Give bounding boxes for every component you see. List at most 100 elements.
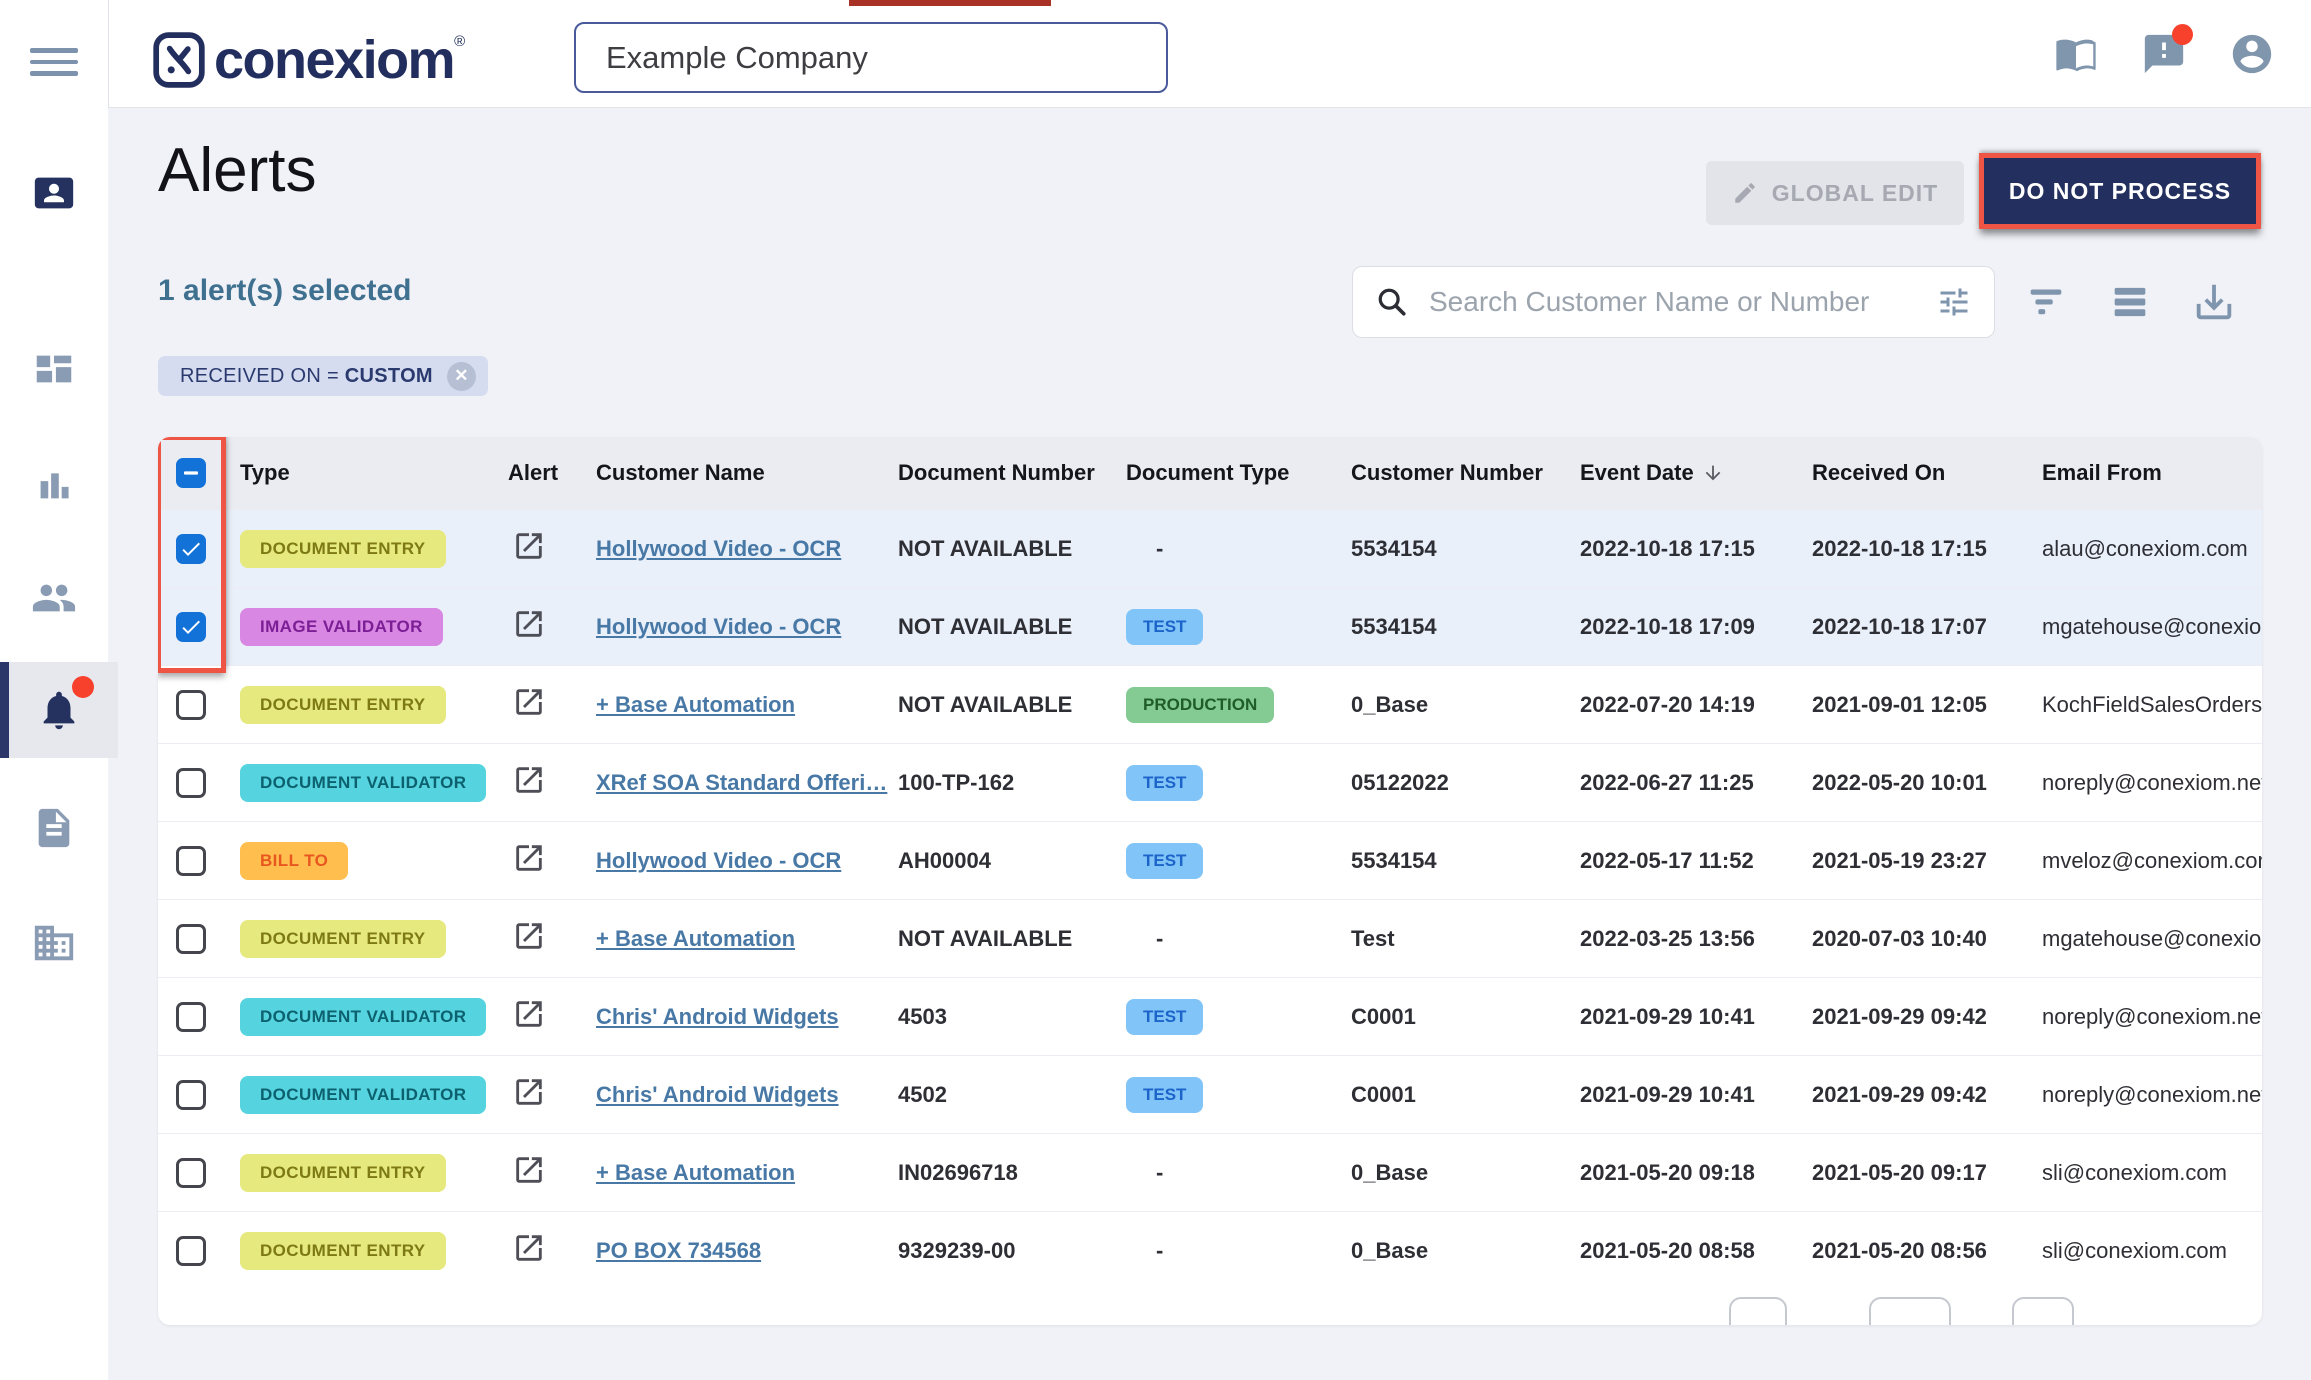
customer-name-link[interactable]: Hollywood Video - OCR bbox=[596, 848, 841, 873]
email-from-cell: sli@conexiom.com bbox=[2016, 1160, 2262, 1186]
column-header-email-from[interactable]: Email From bbox=[2016, 460, 2262, 486]
select-all-checkbox[interactable] bbox=[176, 458, 206, 488]
row-checkbox[interactable] bbox=[176, 1158, 206, 1188]
sidebar-item-alerts[interactable] bbox=[0, 662, 118, 758]
customer-name-link[interactable]: Hollywood Video - OCR bbox=[596, 536, 841, 561]
table-row[interactable]: DOCUMENT ENTRY + Base Automation NOT AVA… bbox=[158, 899, 2262, 977]
search-input[interactable] bbox=[1429, 286, 1936, 318]
customer-name-link[interactable]: Chris' Android Widgets bbox=[596, 1004, 839, 1029]
pagination-stub-2[interactable] bbox=[1869, 1297, 1951, 1325]
row-checkbox[interactable] bbox=[176, 846, 206, 876]
filter-chip-received-on[interactable]: RECEIVED ON = CUSTOM ✕ bbox=[158, 356, 488, 396]
received-on-cell: 2022-05-20 10:01 bbox=[1796, 770, 2016, 796]
open-alert-icon[interactable] bbox=[512, 997, 546, 1031]
sidebar-item-users[interactable] bbox=[0, 554, 108, 642]
company-selector-input[interactable] bbox=[606, 40, 1136, 76]
open-alert-icon[interactable] bbox=[512, 607, 546, 641]
topbar: conexiom® bbox=[108, 0, 2311, 108]
open-alert-icon[interactable] bbox=[512, 1231, 546, 1265]
customer-name-link[interactable]: PO BOX 734568 bbox=[596, 1238, 761, 1263]
table-row[interactable]: DOCUMENT ENTRY PO BOX 734568 9329239-00 … bbox=[158, 1211, 2262, 1289]
document-type-badge: TEST bbox=[1126, 1077, 1203, 1113]
open-alert-icon[interactable] bbox=[512, 841, 546, 875]
customer-name-link[interactable]: + Base Automation bbox=[596, 926, 795, 951]
sidebar-item-dashboard[interactable] bbox=[0, 325, 108, 413]
logo-wordmark: conexiom bbox=[214, 30, 454, 90]
selection-status: 1 alert(s) selected bbox=[158, 274, 411, 308]
customer-name-link[interactable]: XRef SOA Standard Offeri… bbox=[596, 770, 887, 795]
column-header-alert[interactable]: Alert bbox=[490, 460, 588, 486]
account-icon[interactable] bbox=[2229, 31, 2275, 77]
sidebar-item-company[interactable] bbox=[0, 899, 108, 987]
email-from-cell: sli@conexiom.com bbox=[2016, 1238, 2262, 1264]
table-row[interactable]: IMAGE VALIDATOR Hollywood Video - OCR NO… bbox=[158, 587, 2262, 665]
row-checkbox[interactable] bbox=[176, 690, 206, 720]
column-header-customer-number[interactable]: Customer Number bbox=[1333, 460, 1564, 486]
rows-density-icon[interactable] bbox=[2107, 279, 2153, 325]
email-from-cell: mgatehouse@conexiom.c… bbox=[2016, 614, 2262, 640]
open-alert-icon[interactable] bbox=[512, 685, 546, 719]
row-checkbox[interactable] bbox=[176, 612, 206, 642]
column-header-received-on[interactable]: Received On bbox=[1796, 460, 2016, 486]
do-not-process-annotation: DO NOT PROCESS bbox=[1979, 153, 2261, 229]
column-header-event-date[interactable]: Event Date bbox=[1564, 460, 1796, 486]
feedback-icon[interactable] bbox=[2141, 31, 2187, 77]
do-not-process-button[interactable]: DO NOT PROCESS bbox=[1984, 158, 2256, 224]
table-row[interactable]: DOCUMENT VALIDATOR Chris' Android Widget… bbox=[158, 977, 2262, 1055]
customer-name-link[interactable]: Chris' Android Widgets bbox=[596, 1082, 839, 1107]
filter-icon[interactable] bbox=[2023, 279, 2069, 325]
table-row[interactable]: BILL TO Hollywood Video - OCR AH00004 TE… bbox=[158, 821, 2262, 899]
menu-icon[interactable] bbox=[30, 48, 78, 82]
column-header-customer-name[interactable]: Customer Name bbox=[588, 460, 888, 486]
document-number-cell: 100-TP-162 bbox=[888, 770, 1110, 796]
row-checkbox[interactable] bbox=[176, 768, 206, 798]
customer-name-link[interactable]: Hollywood Video - OCR bbox=[596, 614, 841, 639]
document-type-badge: TEST bbox=[1126, 609, 1203, 645]
customer-name-link[interactable]: + Base Automation bbox=[596, 1160, 795, 1185]
open-alert-icon[interactable] bbox=[512, 1153, 546, 1187]
document-type-badge: - bbox=[1156, 926, 1163, 952]
row-checkbox[interactable] bbox=[176, 924, 206, 954]
sidebar-item-documents[interactable] bbox=[0, 784, 108, 872]
chip-close-icon[interactable]: ✕ bbox=[447, 362, 476, 391]
company-selector[interactable] bbox=[574, 22, 1168, 93]
document-number-cell: 9329239-00 bbox=[888, 1238, 1110, 1264]
open-alert-icon[interactable] bbox=[512, 763, 546, 797]
event-date-cell: 2022-10-18 17:15 bbox=[1564, 536, 1796, 562]
pagination-stub-1[interactable] bbox=[1729, 1297, 1787, 1325]
open-alert-icon[interactable] bbox=[512, 919, 546, 953]
table-body: DOCUMENT ENTRY Hollywood Video - OCR NOT… bbox=[158, 509, 2262, 1289]
open-alert-icon[interactable] bbox=[512, 529, 546, 563]
received-on-cell: 2021-09-29 09:42 bbox=[1796, 1082, 2016, 1108]
row-checkbox[interactable] bbox=[176, 534, 206, 564]
column-header-type[interactable]: Type bbox=[224, 460, 490, 486]
row-checkbox[interactable] bbox=[176, 1002, 206, 1032]
row-checkbox[interactable] bbox=[176, 1080, 206, 1110]
type-badge: DOCUMENT ENTRY bbox=[240, 920, 446, 958]
pagination-stub-3[interactable] bbox=[2012, 1297, 2074, 1325]
event-date-cell: 2022-07-20 14:19 bbox=[1564, 692, 1796, 718]
search-box[interactable] bbox=[1352, 266, 1995, 338]
customer-name-link[interactable]: + Base Automation bbox=[596, 692, 795, 717]
table-row[interactable]: DOCUMENT ENTRY + Base Automation IN02696… bbox=[158, 1133, 2262, 1211]
event-date-cell: 2022-03-25 13:56 bbox=[1564, 926, 1796, 952]
help-book-icon[interactable] bbox=[2053, 31, 2099, 77]
column-header-document-number[interactable]: Document Number bbox=[888, 460, 1110, 486]
row-checkbox[interactable] bbox=[176, 1236, 206, 1266]
event-date-cell: 2021-09-29 10:41 bbox=[1564, 1082, 1796, 1108]
download-icon[interactable] bbox=[2191, 279, 2237, 325]
sidebar-item-reports[interactable] bbox=[0, 439, 108, 527]
global-edit-button[interactable]: GLOBAL EDIT bbox=[1706, 161, 1964, 225]
table-row[interactable]: DOCUMENT VALIDATOR XRef SOA Standard Off… bbox=[158, 743, 2262, 821]
conexiom-logo-mark bbox=[153, 32, 205, 88]
tune-icon[interactable] bbox=[1936, 284, 1972, 320]
open-alert-icon[interactable] bbox=[512, 1075, 546, 1109]
table-row[interactable]: DOCUMENT ENTRY + Base Automation NOT AVA… bbox=[158, 665, 2262, 743]
column-header-document-type[interactable]: Document Type bbox=[1110, 460, 1333, 486]
document-type-badge: TEST bbox=[1126, 765, 1203, 801]
table-row[interactable]: DOCUMENT ENTRY Hollywood Video - OCR NOT… bbox=[158, 509, 2262, 587]
sidebar-item-contacts[interactable] bbox=[0, 149, 108, 237]
table-row[interactable]: DOCUMENT VALIDATOR Chris' Android Widget… bbox=[158, 1055, 2262, 1133]
document-number-cell: NOT AVAILABLE bbox=[888, 692, 1110, 718]
search-icon bbox=[1375, 285, 1409, 319]
